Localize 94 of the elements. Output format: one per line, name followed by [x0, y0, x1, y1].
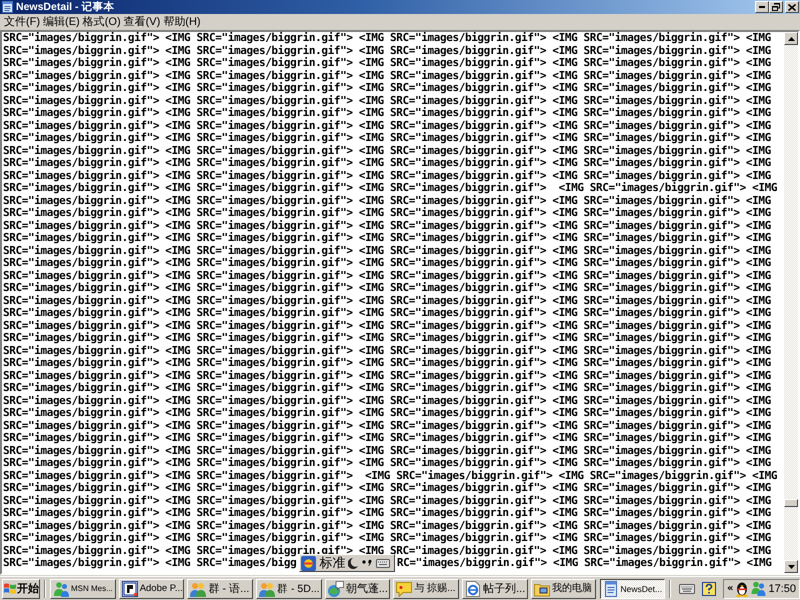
text-line: SRC="images/biggrin.gif"> <IMG SRC="images/biggrin.gif"> <IMG SRC="images/biggrin.gif"> <IMG SRC="images/biggrin.gif"> <IMG	[3, 282, 771, 294]
moon-icon[interactable]	[348, 558, 358, 569]
taskbar-button[interactable]: Adobe P...	[118, 578, 184, 598]
taskbar-button[interactable]: 我的电脑	[530, 578, 596, 598]
text-line: RC="images/biggrin.gif"> <IMG SRC="images/biggrin.gif"> <IMG	[396, 557, 772, 570]
text-line: SRC="images/biggrin.gif"> <IMG SRC="images/biggrin.gif"> <IMG SRC="images/biggrin.gif"> <IMG SRC="images/biggrin.gif"> <IMG	[3, 270, 771, 282]
text-line: SRC="images/biggrin.gif"> <IMG SRC="images/biggrin.gif"> <IMG SRC="images/biggrin.gif"> <IMG SRC="images/biggrin.gif"> <IMG	[3, 344, 771, 357]
scroll-down-button[interactable]	[784, 560, 798, 573]
taskbar-button[interactable]: 朝气蓬...	[324, 578, 390, 598]
people-icon	[190, 580, 206, 596]
text-line: SRC="images/biggrin.gif"> <IMG SRC="images/biggrin.gif"> <IMG SRC="images/biggrin.gif"> <IMG SRC="images/biggrin.gif"> <IMG	[3, 144, 771, 157]
text-line: SRC="images/biggrin.gif"> <IMG SRC="images/biggrin.gif"> <IMG SRC="images/biggrin.gif"> <IMG SRC="images/biggrin.gif"> <IMG	[3, 120, 771, 132]
window-title: NewsDetail - 记事本	[16, 0, 114, 14]
text-line: SRC="images/biggrin.gif"> <IMG SRC="images/biggrin.gif"> <IMG SRC="images/biggrin.gif"> <IMG SRC="images/biggrin.gif"> <IMG	[3, 320, 771, 332]
people-icon	[53, 580, 69, 596]
down-arrow-icon	[788, 564, 794, 568]
restore-icon	[772, 3, 780, 11]
vertical-scrollbar[interactable]	[784, 32, 798, 573]
flag-icon	[4, 583, 16, 594]
dot-comma-icon[interactable]	[362, 559, 372, 568]
framed-square-icon	[122, 580, 138, 596]
text-line: SRC="images/biggrin.gif"> <IMG SRC="images/biggrin.gif"> <IMG SRC="images/biggrin.gif"> <IMG SRC="images/biggrin.gif"> <IMG	[3, 494, 771, 507]
text-line: SRC="images/biggrin.gif"> <IMG SRC="images/biggrin.gif"> <IMG SRC="images/biggrin.gif"> <IMG SRC="images/biggrin.gif"> <IMG	[3, 382, 771, 394]
text-line: SRC="images/biggrin.gif"> <IMG SRC="images/biggrin.gif"> <IMG SRC="images/biggrin.gif"> <IMG SRC="images/biggrin.gif"> <IMG	[3, 407, 771, 420]
text-line: SRC="images/biggrin.gif"> <IMG SRC="images/biggrin.gif"> <IMG SRC="images/biggrin.gif"> <IMG SRC="images/biggrin.gif"> <IMG	[3, 420, 771, 432]
text-line: SRC="images/biggrin.gif"> <IMG SRC="images/biggrin.gif"> <IMG SRC="images/biggrin.gif"> <IMG SRC="images/biggrin.gif"> <IMG	[3, 207, 771, 220]
menu-item[interactable]: 查看(V)	[124, 14, 160, 30]
text-line: SRC="images/biggrin.gif"> <IMG SRC="images/biggrin.gif"> <IMG SRC="images/biggrin.gif"> <IMG SRC="images/biggrin.gif"> <IMG	[3, 182, 778, 194]
text-line: SRC="images/biggrin.gif"> <IMG SRC="images/bigg	[3, 557, 296, 570]
penguin-icon[interactable]	[735, 580, 750, 596]
text-line: SRC="images/biggrin.gif"> <IMG SRC="images/biggrin.gif"> <IMG SRC="images/biggrin.gif"> <IMG SRC="images/biggrin.gif"> <IMG	[3, 307, 771, 320]
taskbar-button[interactable]: 帖子列...	[462, 578, 528, 598]
text-line: SRC="images/biggrin.gif"> <IMG SRC="images/biggrin.gif"> <IMG SRC="images/biggrin.gif"> <IMG SRC="images/biggrin.gif"> <IMG	[3, 57, 771, 70]
text-line: SRC="images/biggrin.gif"> <IMG SRC="images/biggrin.gif"> <IMG SRC="images/biggrin.gif"> <IMG SRC="images/biggrin.gif"> <IMG	[3, 294, 771, 307]
menu-item[interactable]: 文件(F)	[4, 14, 40, 30]
menu-item[interactable]: 帮助(H)	[163, 14, 201, 30]
text-line: SRC="images/biggrin.gif"> <IMG SRC="images/biggrin.gif"> <IMG SRC="images/biggrin.gif"> <IMG SRC="images/biggrin.gif"> <IMG	[3, 107, 771, 120]
scroll-thumb[interactable]	[784, 499, 798, 507]
text-line: SRC="images/biggrin.gif"> <IMG SRC="images/biggrin.gif"> <IMG SRC="images/biggrin.gif"> <IMG SRC="images/biggrin.gif"> <IMG	[3, 357, 771, 370]
text-line: SRC="images/biggrin.gif"> <IMG SRC="images/biggrin.gif"> <IMG SRC="images/biggrin.gif"> <IMG SRC="images/biggrin.gif"> <IMG	[3, 444, 771, 457]
text-line: SRC="images/biggrin.gif"> <IMG SRC="images/biggrin.gif"> <IMG SRC="images/biggrin.gif"> <IMG SRC="images/biggrin.gif"> <IMG	[3, 520, 771, 532]
text-line: SRC="images/biggrin.gif"> <IMG SRC="images/biggrin.gif"> <IMG SRC="images/biggrin.gif"> <IMG SRC="images/biggrin.gif"> <IMG	[3, 32, 771, 44]
up-arrow-icon	[788, 36, 794, 40]
language-bar[interactable]: 标准	[299, 554, 396, 572]
keyboard-icon[interactable]	[376, 558, 390, 568]
taskbar-button[interactable]: 群 - 语...	[187, 578, 253, 598]
text-line: SRC="images/biggrin.gif"> <IMG SRC="images/biggrin.gif"> <IMG SRC="images/biggrin.gif"> <IMG SRC="images/biggrin.gif"> <IMG	[3, 532, 771, 544]
restore-button[interactable]	[769, 1, 783, 13]
text-line: SRC="images/biggrin.gif"> <IMG SRC="images/biggrin.gif"> <IMG SRC="images/biggrin.gif"> <IMG SRC="images/biggrin.gif"> <IMG	[3, 220, 771, 232]
taskbar-button[interactable]: 与 掠赐...	[393, 578, 459, 598]
text-line: SRC="images/biggrin.gif"> <IMG SRC="images/biggrin.gif"> <IMG SRC="images/biggrin.gif"> <IMG SRC="images/biggrin.gif"> <IMG	[3, 132, 771, 144]
people-icon	[259, 580, 276, 596]
show-hidden-icons-button[interactable]: «	[727, 582, 734, 596]
text-line: SRC="images/biggrin.gif"> <IMG SRC="images/biggrin.gif"> <IMG SRC="images/biggrin.gif"> <IMG SRC="images/biggrin.gif"> <IMG	[3, 544, 771, 556]
text-line: SRC="images/biggrin.gif"> <IMG SRC="images/biggrin.gif"> <IMG SRC="images/biggrin.gif"> <IMG SRC="images/biggrin.gif"> <IMG	[3, 332, 771, 344]
chat-icon	[328, 580, 344, 596]
text-line: SRC="images/biggrin.gif"> <IMG SRC="images/biggrin.gif"> <IMG SRC="images/biggrin.gif"> <IMG SRC="images/biggrin.gif"> <IMG	[3, 94, 771, 107]
close-icon	[788, 4, 796, 10]
text-line: SRC="images/biggrin.gif"> <IMG SRC="images/biggrin.gif"> <IMG SRC="images/biggrin.gif"> <IMG SRC="images/biggrin.gif"> <IMG	[3, 470, 778, 482]
input-mode-label[interactable]: 标准	[319, 556, 346, 571]
minimize-button[interactable]	[755, 1, 769, 13]
browser-icon	[465, 580, 482, 596]
notepad-icon	[2, 1, 13, 13]
close-button[interactable]	[785, 1, 799, 13]
text-line: SRC="images/biggrin.gif"> <IMG SRC="images/biggrin.gif"> <IMG SRC="images/biggrin.gif"> <IMG SRC="images/biggrin.gif"> <IMG	[3, 394, 771, 407]
logo-icon[interactable]	[301, 556, 316, 571]
text-line: SRC="images/biggrin.gif"> <IMG SRC="images/biggrin.gif"> <IMG SRC="images/biggrin.gif"> <IMG SRC="images/biggrin.gif"> <IMG	[3, 482, 771, 494]
menu-item[interactable]: 格式(O)	[82, 14, 121, 30]
text-line: SRC="images/biggrin.gif"> <IMG SRC="images/biggrin.gif"> <IMG SRC="images/biggrin.gif"> <IMG SRC="images/biggrin.gif"> <IMG	[3, 257, 771, 270]
text-line: SRC="images/biggrin.gif"> <IMG SRC="images/biggrin.gif"> <IMG SRC="images/biggrin.gif"> <IMG SRC="images/biggrin.gif"> <IMG	[3, 44, 771, 57]
speech-bubble-icon	[396, 580, 412, 596]
text-line: SRC="images/biggrin.gif"> <IMG SRC="images/biggrin.gif"> <IMG SRC="images/biggrin.gif"> <IMG SRC="images/biggrin.gif"> <IMG	[3, 232, 771, 244]
text-line: SRC="images/biggrin.gif"> <IMG SRC="images/biggrin.gif"> <IMG SRC="images/biggrin.gif"> <IMG SRC="images/biggrin.gif"> <IMG	[3, 170, 771, 182]
start-button[interactable]: 开始	[2, 578, 40, 598]
menu-item[interactable]: 编辑(E)	[43, 14, 80, 30]
text-line: SRC="images/biggrin.gif"> <IMG SRC="images/biggrin.gif"> <IMG SRC="images/biggrin.gif"> <IMG SRC="images/biggrin.gif"> <IMG	[3, 507, 771, 520]
taskbar-button[interactable]: MSN Mes...	[50, 578, 116, 598]
text-line: SRC="images/biggrin.gif"> <IMG SRC="images/biggrin.gif"> <IMG SRC="images/biggrin.gif"> <IMG SRC="images/biggrin.gif"> <IMG	[3, 82, 771, 94]
help-icon[interactable]	[702, 582, 716, 596]
text-line: SRC="images/biggrin.gif"> <IMG SRC="images/biggrin.gif"> <IMG SRC="images/biggrin.gif"> <IMG SRC="images/biggrin.gif"> <IMG	[3, 370, 771, 382]
taskbar-button[interactable]: 群 - 5D...	[256, 578, 322, 598]
clock[interactable]: 17:50	[768, 582, 796, 596]
minimize-icon	[759, 6, 765, 8]
notepad-icon	[602, 580, 618, 596]
text-line: SRC="images/biggrin.gif"> <IMG SRC="images/biggrin.gif"> <IMG SRC="images/biggrin.gif"> <IMG SRC="images/biggrin.gif"> <IMG	[3, 157, 771, 170]
text-line: SRC="images/biggrin.gif"> <IMG SRC="images/biggrin.gif"> <IMG SRC="images/biggrin.gif"> <IMG SRC="images/biggrin.gif"> <IMG	[3, 70, 771, 82]
text-line: SRC="images/biggrin.gif"> <IMG SRC="images/biggrin.gif"> <IMG SRC="images/biggrin.gif"> <IMG SRC="images/biggrin.gif"> <IMG	[3, 457, 771, 470]
text-line: SRC="images/biggrin.gif"> <IMG SRC="images/biggrin.gif"> <IMG SRC="images/biggrin.gif"> <IMG SRC="images/biggrin.gif"> <IMG	[3, 194, 771, 207]
text-line: SRC="images/biggrin.gif"> <IMG SRC="images/biggrin.gif"> <IMG SRC="images/biggrin.gif"> <IMG SRC="images/biggrin.gif"> <IMG	[3, 432, 771, 444]
keyboard-icon[interactable]	[679, 584, 695, 594]
text-line: SRC="images/biggrin.gif"> <IMG SRC="images/biggrin.gif"> <IMG SRC="images/biggrin.gif"> <IMG SRC="images/biggrin.gif"> <IMG	[3, 244, 771, 257]
scroll-up-button[interactable]	[784, 32, 798, 45]
taskbar-button[interactable]: NewsDet...	[600, 578, 665, 598]
text-area[interactable]	[0, 30, 800, 575]
